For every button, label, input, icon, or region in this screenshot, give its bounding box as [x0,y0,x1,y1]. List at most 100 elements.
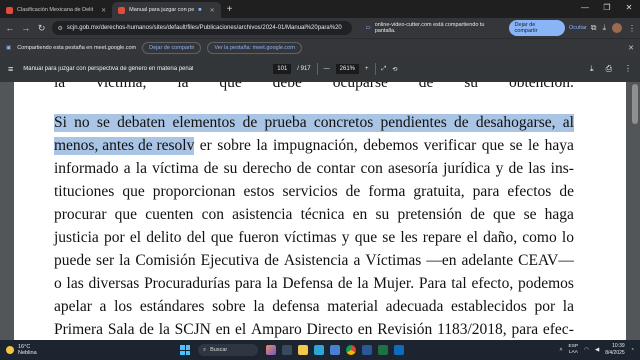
wifi-icon[interactable]: ◠ [584,347,589,353]
new-tab-button[interactable]: + [221,2,239,18]
task-view-icon[interactable] [282,345,292,355]
word: efecto, [471,275,514,292]
tab-manual[interactable]: Manual para juzgar con pe ■ ✕ [112,2,221,18]
pdf-favicon-icon [6,6,13,14]
close-infobar-icon[interactable]: ✕ [628,44,634,52]
word: tituciones [54,183,115,200]
infobar-stop-sharing-button[interactable]: Dejar de compartir [142,41,202,54]
notifications-icon[interactable]: ◔ [631,347,634,353]
zoom-in-button[interactable]: + [365,66,369,72]
word: defensa [272,298,320,315]
clock-date: 8/4/2025 [605,350,625,356]
print-icon[interactable]: ⎙ [606,64,612,74]
copilot-icon[interactable] [266,345,276,355]
site-info-icon[interactable]: ⚙ [58,25,63,32]
word: y [341,229,350,246]
word: debemos [363,137,419,154]
word: que [122,183,145,200]
zoom-input[interactable]: 261% [335,64,359,74]
fit-page-icon[interactable]: ⤢ [382,66,387,73]
start-button[interactable] [180,345,190,355]
word: para [472,183,500,200]
clock[interactable]: 10:39 8/4/2025 [605,343,624,357]
back-icon[interactable]: ← [4,23,16,33]
word: en [357,321,373,338]
hide-button[interactable]: Ocultar [569,25,587,31]
edge-icon[interactable] [314,345,324,355]
word: pendientes [380,114,447,131]
scrollbar[interactable] [632,84,638,124]
chevron-up-icon[interactable]: ˄ [559,347,562,353]
extensions-icon[interactable]: ⧉ [591,23,597,33]
view-tab-button[interactable]: Ver la pestaña: meet.google.com [207,41,302,54]
sidebar-menu-icon[interactable]: ≡ [8,64,13,74]
tab-title: Manual para juzgar con pe [129,7,195,13]
word: pretensión [397,206,463,223]
word: puede [54,252,92,269]
word: Comisión [135,252,196,269]
word: Primera [54,321,104,338]
taskbar-search[interactable]: ⌕ Buscar [198,344,258,356]
tab-sharing-infobar: ▣ Compartiendo esta pestaña en meet.goog… [0,38,640,56]
volume-icon[interactable]: ◀ [595,347,599,353]
tab-clasificacion[interactable]: Clasificación Mexicana de Delit ✕ [0,2,112,18]
outlook-icon[interactable] [394,345,404,355]
reload-icon[interactable]: ↻ [36,23,48,34]
word: su [375,206,390,223]
close-tab-icon[interactable]: ✕ [210,7,215,14]
word: los [114,298,133,315]
store-icon[interactable] [330,345,340,355]
forward-icon[interactable]: → [20,23,32,33]
more-options-icon[interactable]: ⋮ [624,64,632,74]
chrome-icon[interactable] [346,345,356,355]
word: de [418,82,434,91]
word: de [139,321,154,338]
pdf-favicon-icon [118,6,126,14]
pinned-apps [266,345,404,355]
word: las [528,160,546,177]
word: de [508,160,524,177]
avatar[interactable] [612,23,623,33]
word-icon[interactable] [362,345,372,355]
excel-icon[interactable] [378,345,388,355]
page-total: / 917 [297,66,311,72]
word: Amparo [250,321,302,338]
download-icon[interactable]: ⤓ [602,23,606,33]
divider [316,63,318,75]
word: se [509,137,523,154]
word: haga [544,206,574,223]
word: en [215,321,231,338]
menu-icon[interactable]: ⋮ [628,24,636,33]
word: delito [146,229,182,246]
download-pdf-icon[interactable]: ⤓ [590,64,594,74]
rotate-icon[interactable]: ⟲ [392,66,397,73]
zoom-out-button[interactable]: — [324,66,330,72]
page-number-input[interactable]: 101 [273,64,292,74]
file-explorer-icon[interactable] [298,345,308,355]
word: apelar [54,298,92,315]
word: las [66,275,84,292]
word: para [511,321,539,338]
word: efec- [542,321,574,338]
address-bar-row: ← → ↻ ⚙ scjn.gob.mx/derechos-humanos/sit… [0,18,640,38]
weather-widget[interactable]: 16°C Neblina [0,344,150,356]
language-indicator[interactable]: ESP LAA [569,344,579,356]
word: la [158,321,170,338]
close-window-button[interactable]: ✕ [618,0,640,16]
document-title: Manual para juzgar con perspectiva de gé… [23,66,194,72]
word: en [352,206,368,223]
url-field[interactable]: ⚙ scjn.gob.mx/derechos-humanos/sites/def… [51,21,352,35]
pdf-viewer[interactable]: la víctima, la que debe ocuparse de su obtención… [0,82,640,340]
close-tab-icon[interactable]: ✕ [101,7,106,14]
document-line: Primera Sala de la SCJN en el Amparo Directo en Re… [54,321,574,339]
maximize-button[interactable]: ❐ [596,0,618,16]
word: le [527,137,540,154]
clock-time: 10:39 [612,343,625,349]
word: su [223,160,238,177]
word: la [562,298,574,315]
word: asesoría [387,160,438,177]
word: impugnación, [272,137,358,154]
stop-sharing-button[interactable]: Dejar de compartir [508,20,566,36]
minimize-button[interactable]: — [574,0,596,16]
word: la [135,160,147,177]
